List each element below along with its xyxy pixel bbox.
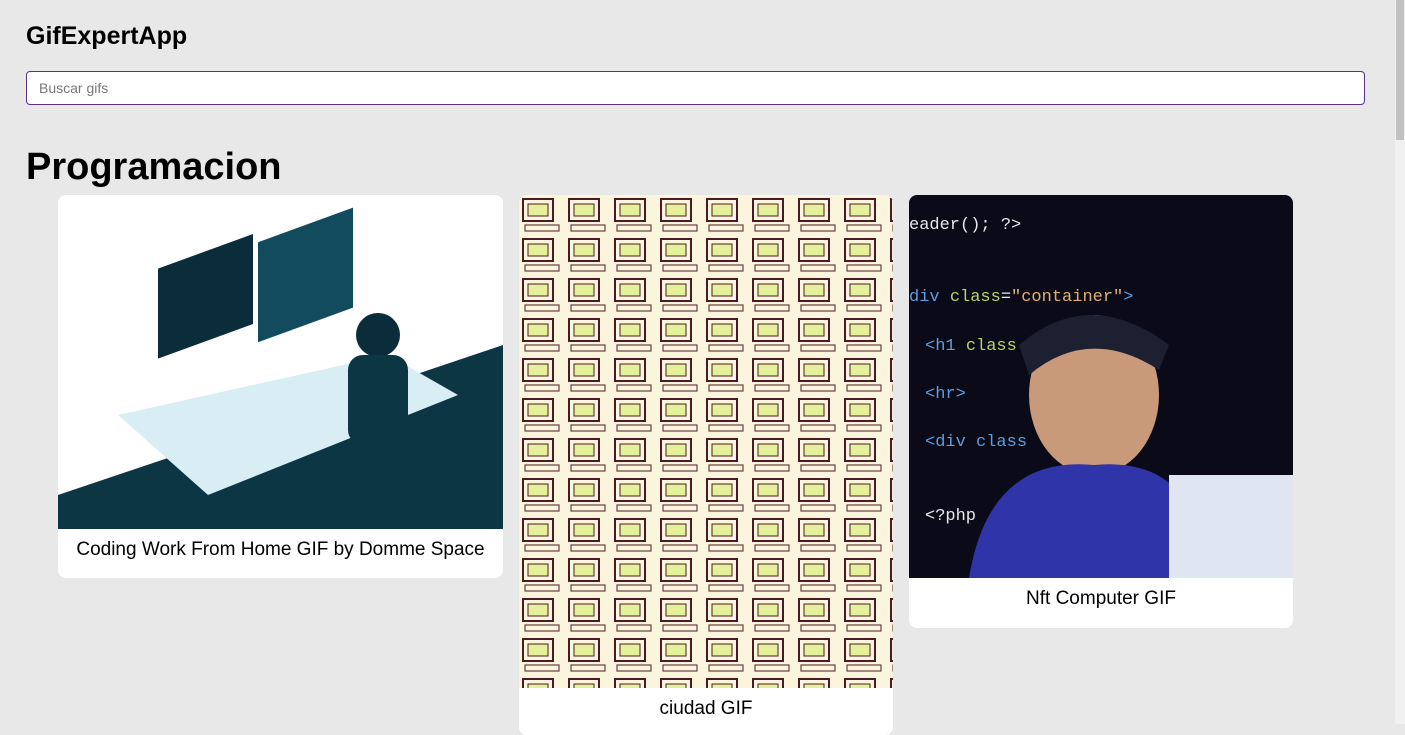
- scrollbar[interactable]: [1395, 0, 1405, 724]
- svg-text:div class="container">: div class="container">: [909, 288, 1133, 307]
- svg-text:<div class: <div class: [925, 433, 1027, 452]
- gif-image: [58, 195, 503, 529]
- gif-card[interactable]: ciudad GIF: [519, 195, 893, 735]
- svg-text:<h1 class: <h1 class: [925, 337, 1017, 356]
- gif-image: [519, 195, 893, 688]
- gif-card[interactable]: eader(); ?> div class="container"> <h1 c…: [909, 195, 1293, 628]
- category-title: Programacion: [26, 146, 282, 188]
- scrollbar-thumb[interactable]: [1396, 0, 1404, 140]
- gif-image: eader(); ?> div class="container"> <h1 c…: [909, 195, 1293, 578]
- svg-text:<?php: <?php: [925, 507, 976, 526]
- gif-title: ciudad GIF: [659, 698, 753, 719]
- search-input[interactable]: [26, 71, 1365, 105]
- svg-text:eader(); ?>: eader(); ?>: [909, 216, 1021, 235]
- gif-card[interactable]: Coding Work From Home GIF by Domme Space: [58, 195, 503, 578]
- gif-title: Nft Computer GIF: [1026, 588, 1176, 609]
- app-title: GifExpertApp: [26, 22, 188, 50]
- svg-text:<hr>: <hr>: [925, 385, 966, 404]
- gif-title: Coding Work From Home GIF by Domme Space: [76, 539, 485, 560]
